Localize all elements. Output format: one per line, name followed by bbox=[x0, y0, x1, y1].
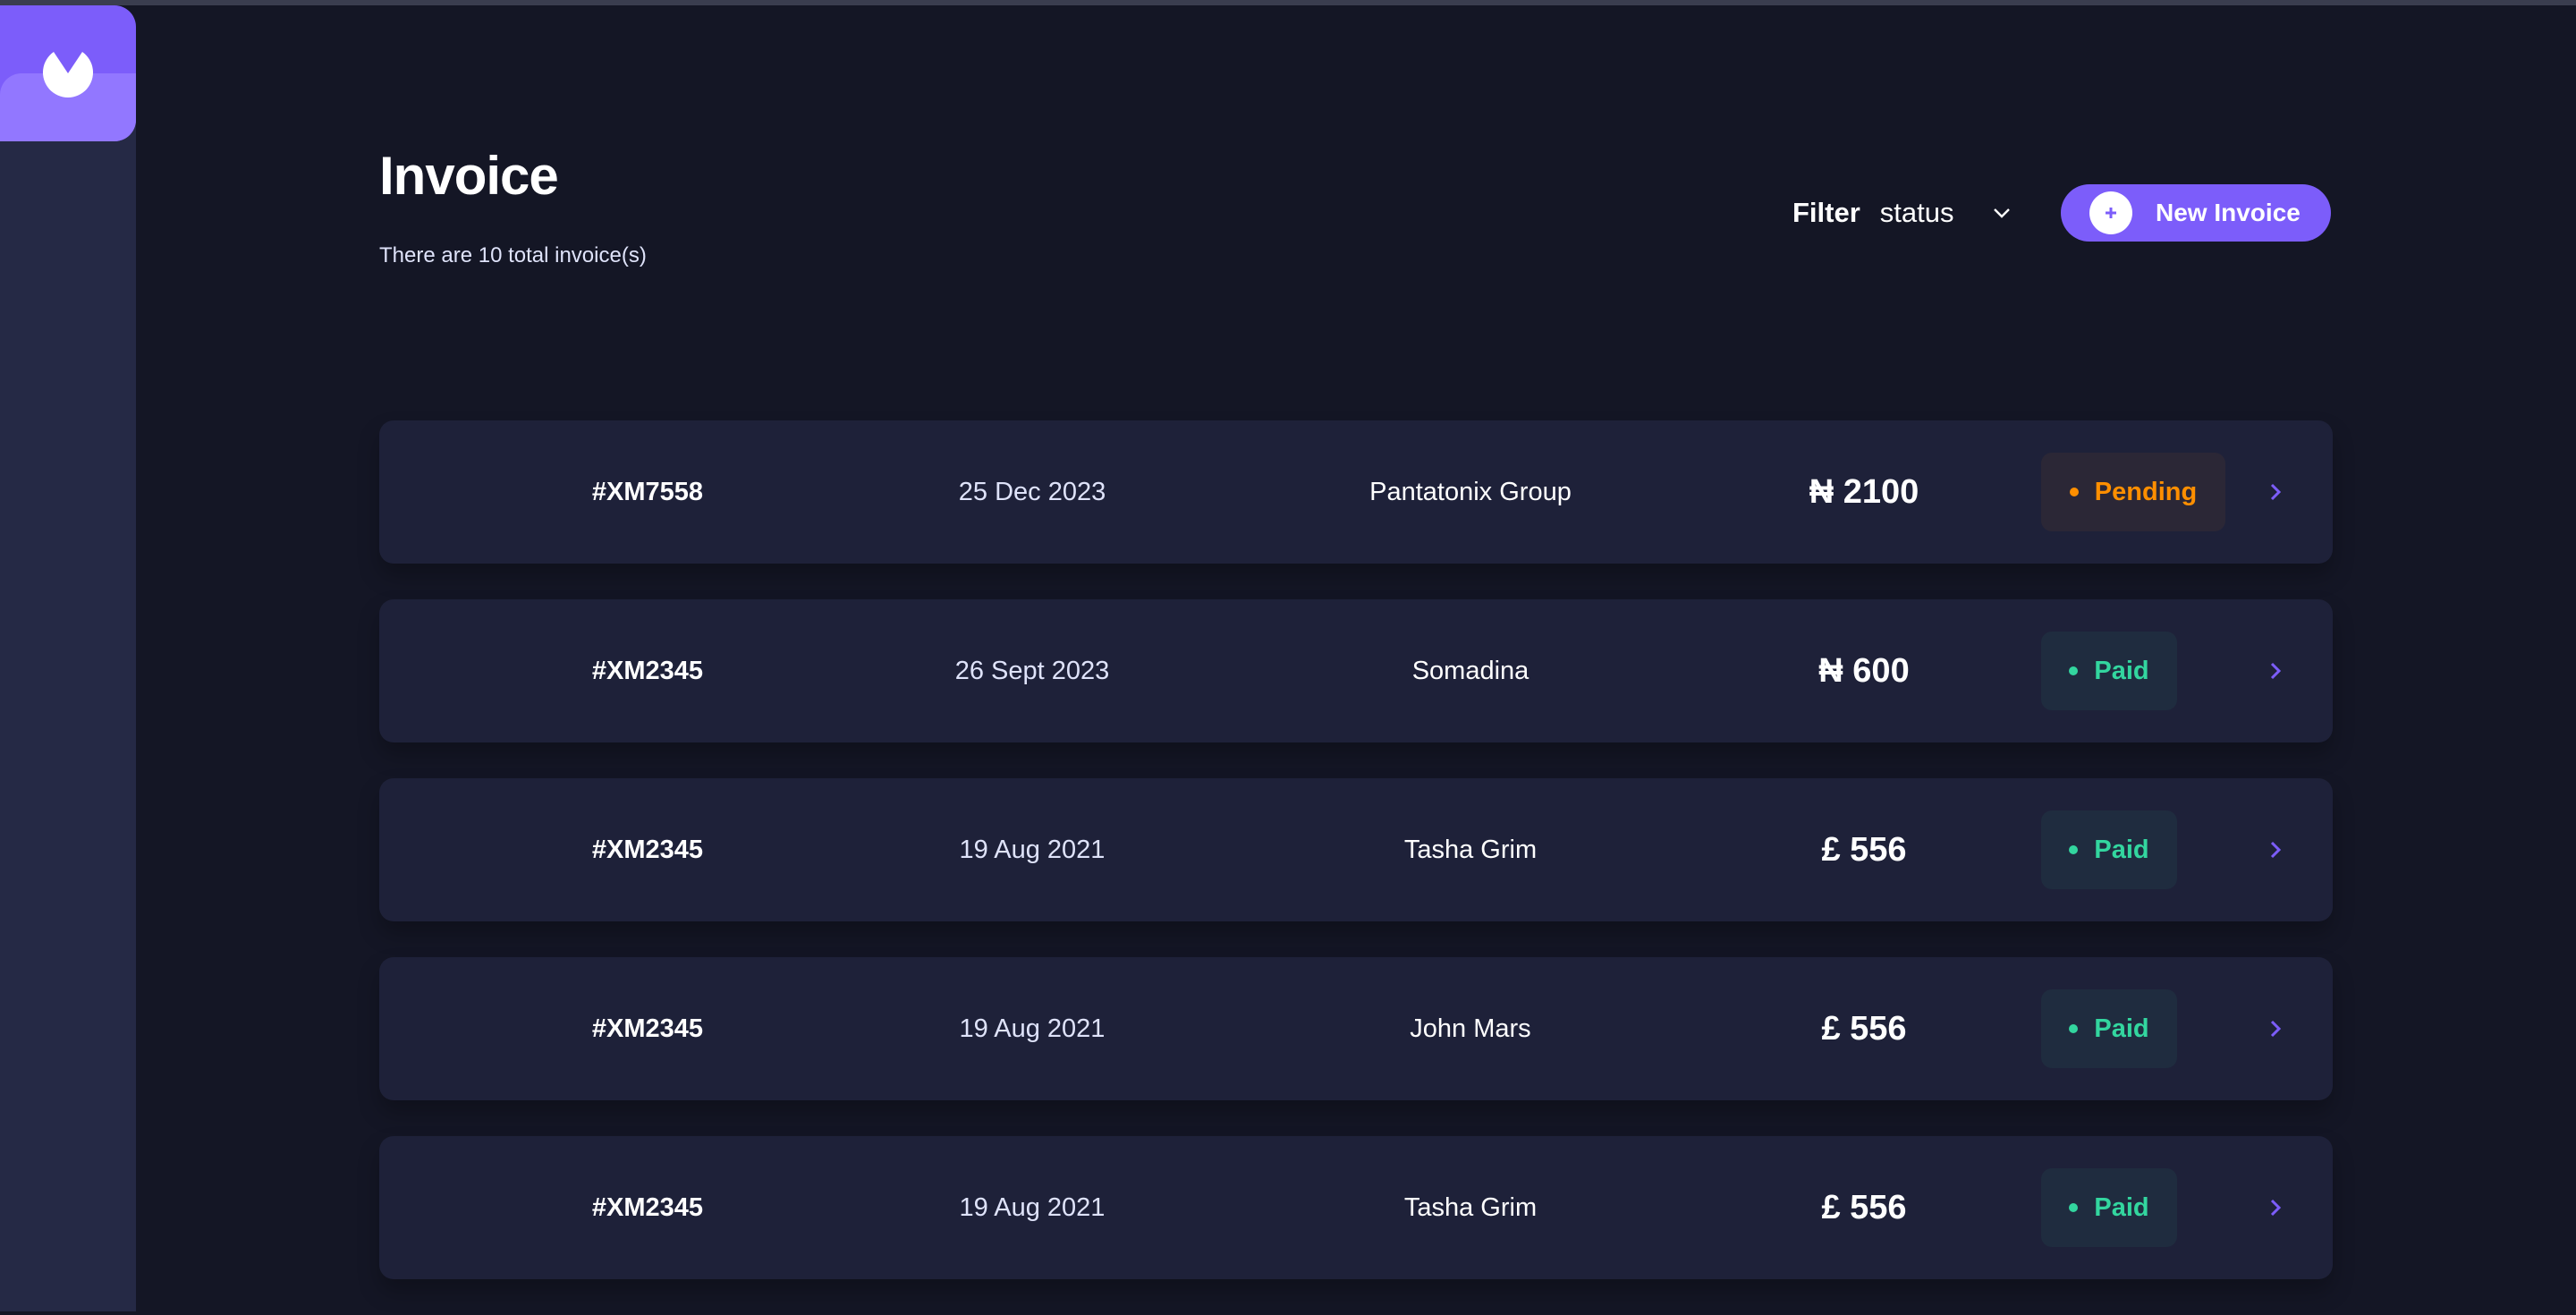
invoice-amount: £ 556 bbox=[1821, 1188, 1907, 1226]
status-label: Paid bbox=[2094, 1192, 2149, 1222]
status-label: Paid bbox=[2094, 656, 2149, 685]
invoice-row[interactable]: #XM7558 25 Dec 2023 Pantatonix Group ₦ 2… bbox=[379, 420, 2333, 564]
chevron-right-icon[interactable] bbox=[2263, 837, 2288, 862]
invoice-row[interactable]: #XM2345 26 Sept 2023 Somadina ₦ 600 Paid bbox=[379, 599, 2333, 742]
status-dot bbox=[2069, 666, 2079, 675]
status-dot bbox=[2069, 488, 2079, 496]
invoice-id: #XM7558 bbox=[591, 477, 704, 506]
status-filter[interactable]: Filter status bbox=[1792, 193, 2012, 233]
filter-label: Filter bbox=[1792, 197, 1860, 228]
status-label: Pending bbox=[2094, 477, 2198, 506]
logo-icon bbox=[42, 52, 93, 98]
status-label: Paid bbox=[2094, 835, 2149, 864]
invoice-id: #XM2345 bbox=[591, 1014, 704, 1043]
invoice-client: Tasha Grim bbox=[1403, 1192, 1538, 1222]
invoice-row[interactable]: #XM2345 19 Aug 2021 Tasha Grim £ 556 Pai… bbox=[379, 1136, 2333, 1279]
chevron-right-icon[interactable] bbox=[2263, 479, 2288, 505]
window-top-border bbox=[0, 0, 2576, 5]
invoice-id: #XM2345 bbox=[591, 1192, 704, 1222]
status-dot bbox=[2069, 1203, 2079, 1212]
filter-value[interactable]: status bbox=[1880, 197, 1954, 229]
chevron-right-icon[interactable] bbox=[2263, 1016, 2288, 1041]
invoice-client: John Mars bbox=[1410, 1014, 1531, 1043]
invoice-client: Tasha Grim bbox=[1403, 835, 1538, 864]
invoice-client: Pantatonix Group bbox=[1369, 477, 1572, 506]
app-logo[interactable] bbox=[0, 5, 136, 141]
new-invoice-label: New Invoice bbox=[2156, 199, 2301, 226]
chevron-right-icon[interactable] bbox=[2263, 1195, 2288, 1220]
invoice-date: 19 Aug 2021 bbox=[959, 1192, 1106, 1222]
chevron-down-icon[interactable] bbox=[1992, 207, 2012, 219]
status-dot bbox=[2069, 1024, 2079, 1033]
invoice-count: There are 10 total invoice(s) bbox=[379, 243, 647, 267]
invoice-row[interactable]: #XM2345 19 Aug 2021 Tasha Grim £ 556 Pai… bbox=[379, 778, 2333, 921]
invoice-date: 19 Aug 2021 bbox=[959, 835, 1106, 864]
page-title: Invoice bbox=[379, 146, 559, 206]
invoice-amount: ₦ 2100 bbox=[1809, 472, 1919, 511]
status-dot bbox=[2069, 845, 2079, 854]
status-badge: Paid bbox=[2041, 810, 2177, 889]
status-badge: Paid bbox=[2041, 1168, 2177, 1247]
invoice-date: 19 Aug 2021 bbox=[959, 1014, 1106, 1043]
invoice-date: 26 Sept 2023 bbox=[954, 656, 1110, 685]
new-invoice-button[interactable]: New Invoice bbox=[2061, 184, 2331, 242]
invoice-client: Somadina bbox=[1411, 656, 1530, 685]
chevron-right-icon[interactable] bbox=[2263, 658, 2288, 683]
invoice-amount: £ 556 bbox=[1821, 830, 1907, 869]
plus-icon bbox=[2089, 191, 2132, 234]
invoice-id: #XM2345 bbox=[591, 656, 704, 685]
status-badge: Paid bbox=[2041, 989, 2177, 1068]
sidebar bbox=[0, 5, 136, 1311]
invoice-amount: ₦ 600 bbox=[1818, 651, 1910, 690]
status-badge: Paid bbox=[2041, 632, 2177, 710]
status-label: Paid bbox=[2094, 1014, 2149, 1043]
invoice-row[interactable]: #XM2345 19 Aug 2021 John Mars £ 556 Paid bbox=[379, 957, 2333, 1100]
invoice-amount: £ 556 bbox=[1821, 1009, 1907, 1048]
status-badge: Pending bbox=[2041, 453, 2225, 531]
invoice-id: #XM2345 bbox=[591, 835, 704, 864]
invoice-date: 25 Dec 2023 bbox=[958, 477, 1106, 506]
invoice-list: #XM7558 25 Dec 2023 Pantatonix Group ₦ 2… bbox=[379, 420, 2333, 1315]
